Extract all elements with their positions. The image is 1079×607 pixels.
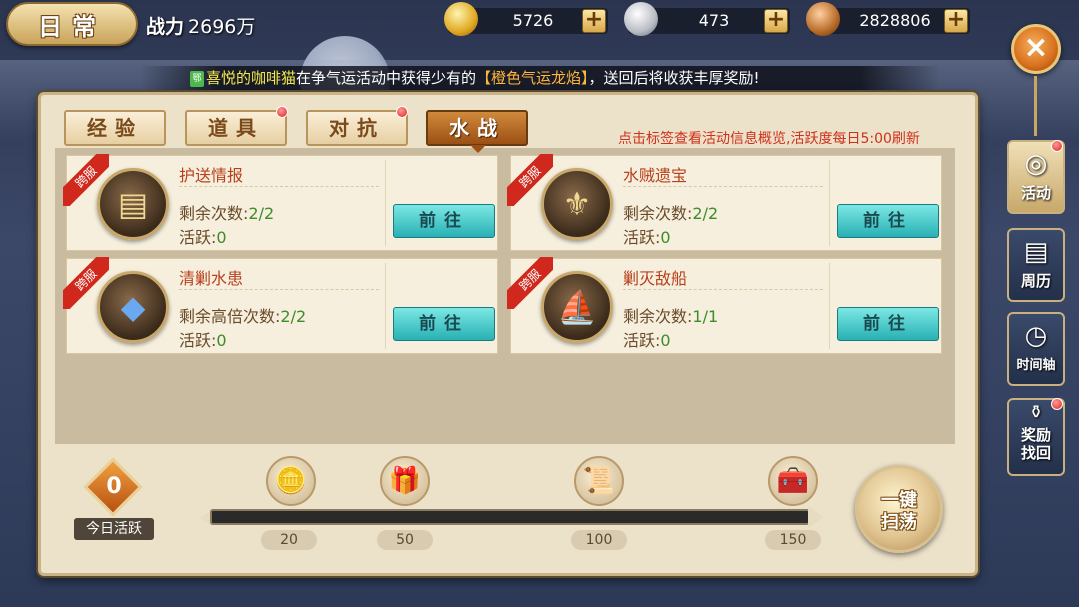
remaining-count: 剩余次数:2/2 [179,204,275,223]
broadcast-text-1: 在争气运活动中获得少有的 [296,69,477,87]
sea-beast-icon: ◆ [97,271,169,343]
money-bag-icon: ⚱ [1028,402,1044,423]
activity-name: 剿灭敌船 [623,269,688,288]
milestone-value: 20 [261,530,317,550]
today-activity-value: 0 [106,474,122,499]
sidebar-item-label: 时间轴 [1016,358,1056,373]
activity-name: 水贼遗宝 [623,166,688,185]
sidebar-item-reward-recovery[interactable]: ⚱ 奖励找回 [1007,398,1065,476]
today-activity: 0 今日活跃 [72,457,156,542]
activity-name: 清剿水患 [179,269,244,288]
activity-points: 活跃:0 [179,331,227,350]
activity-points: 活跃:0 [179,228,227,247]
go-button[interactable]: 前往 [837,204,939,238]
notification-dot [276,106,288,118]
add-gold-button[interactable]: + [582,9,606,33]
divider [623,186,823,187]
divider [829,160,830,246]
notification-dot [1051,140,1063,152]
activity-card-escort-intel: 跨服 ▤ 护送情报 剩余次数:2/2 活跃:0 前往 [63,154,498,251]
milestone-value: 100 [571,530,627,550]
currency-copper: 2828806 + [806,2,970,36]
go-button[interactable]: 前往 [393,204,495,238]
broadcast-player: 喜悦的咖啡猫 [206,69,297,87]
currency-silver-value: 473 [698,11,730,30]
divider [385,263,386,349]
remaining-count: 剩余高倍次数:2/2 [179,307,307,326]
add-silver-button[interactable]: + [764,9,788,33]
sidebar-item-label: 活动 [1020,184,1051,202]
treasure-chest-icon: ⚜ [541,168,613,240]
activity-name: 护送情报 [179,166,244,185]
silver-ingot-icon [624,2,658,36]
go-button[interactable]: 前往 [837,307,939,341]
scroll-reward-icon[interactable]: 📜 [574,456,624,506]
remaining-count: 剩余次数:1/1 [623,307,719,326]
warship-icon: ⛵ [541,271,613,343]
sidebar-item-timeline[interactable]: ◷ 时间轴 [1007,312,1065,386]
activity-card-destroy-enemy-ships: 跨服 ⛵ 剿灭敌船 剩余次数:1/1 活跃:0 前往 [507,257,942,354]
intel-scroll-icon: ▤ [97,168,169,240]
activity-card-pirate-treasure: 跨服 ⚜ 水贼遗宝 剩余次数:2/2 活跃:0 前往 [507,154,942,251]
clock-icon: ◷ [1024,321,1048,351]
sidebar-rope [1034,76,1037,136]
activity-card-clear-water-hazard: 跨服 ◆ 清剿水患 剩余高倍次数:2/2 活跃:0 前往 [63,257,498,354]
close-button[interactable]: × [1011,24,1061,74]
combat-power: 战力 2696万 [146,12,255,39]
combat-power-value: 2696万 [188,16,256,38]
purple-chest-reward-icon[interactable]: 🎁 [380,456,430,506]
combat-power-label: 战力 [146,16,185,38]
tab-experience[interactable]: 经验 [64,110,166,146]
notification-dot [1051,398,1063,410]
broadcast-item: 【橙色气运龙焰】 [476,69,589,87]
gold-chest-reward-icon[interactable]: 🧰 [768,456,818,506]
broadcast-banner: 鄂喜悦的咖啡猫在争气运活动中获得少有的【橙色气运龙焰】，送回后将收获丰厚奖励! [140,66,940,90]
activity-icon: ◎ [1024,149,1048,179]
today-activity-label: 今日活跃 [74,518,154,540]
add-copper-button[interactable]: + [944,9,968,33]
currency-gold: 5726 + [444,2,608,36]
divider [179,186,379,187]
tab-hint: 点击标签查看活动信息概览,活跃度每日5:00刷新 [618,131,920,147]
sidebar-item-label: 周历 [1020,272,1051,290]
gold-ingot-icon [444,2,478,36]
divider [829,263,830,349]
sidebar-item-weekly-calendar[interactable]: ▤ 周历 [1007,228,1065,302]
currency-silver: 473 + [624,2,790,36]
notification-dot [396,106,408,118]
milestone-value: 150 [765,530,821,550]
currency-gold-value: 5726 [512,11,554,30]
progress-cap-right [808,506,824,528]
tab-naval-battle[interactable]: 水战 [426,110,528,153]
milestone-value: 50 [377,530,433,550]
activity-progress-bar [210,509,810,525]
currency-copper-value: 2828806 [859,11,931,30]
tab-items[interactable]: 道具 [185,110,287,146]
divider [623,289,823,290]
calendar-icon: ▤ [1023,237,1049,267]
tab-battle[interactable]: 对抗 [306,110,408,146]
activity-points: 活跃:0 [623,331,671,350]
sidebar-item-activity[interactable]: ◎ 活动 [1007,140,1065,214]
divider [385,160,386,246]
go-button[interactable]: 前往 [393,307,495,341]
remaining-count: 剩余次数:2/2 [623,204,719,223]
broadcast-text-2: ，送回后将收获丰厚奖励! [588,69,760,87]
gold-ingot-reward-icon[interactable]: 🪙 [266,456,316,506]
one-click-sweep-button[interactable]: 一键 扫荡 [855,465,943,553]
activity-points: 活跃:0 [623,228,671,247]
divider [179,289,379,290]
page-title: 日常 [6,2,138,46]
server-tag: 鄂 [190,70,204,87]
sidebar-item-label: 奖励找回 [1020,426,1051,462]
copper-coin-icon [806,2,840,36]
